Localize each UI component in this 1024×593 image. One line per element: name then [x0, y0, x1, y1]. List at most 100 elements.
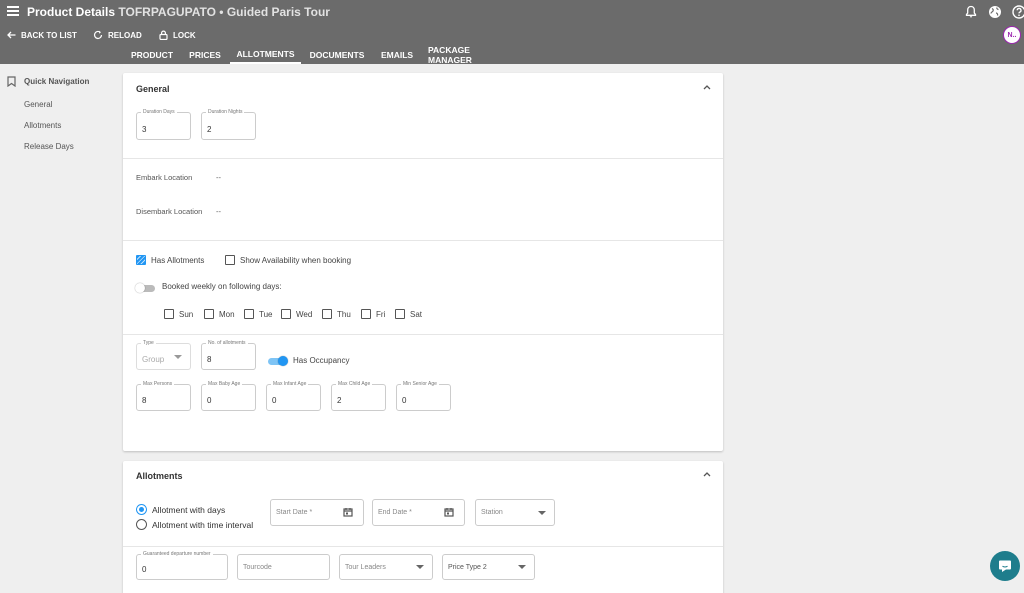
- start-date-placeholder: Start Date *: [276, 509, 313, 516]
- chevron-up-icon[interactable]: [703, 84, 711, 90]
- checkbox[interactable]: [225, 255, 235, 265]
- num-allotments-field[interactable]: No. of allotments 8: [201, 340, 256, 370]
- day-thu-checkbox[interactable]: Thu: [322, 309, 351, 319]
- duration-days-value: 3: [142, 125, 147, 134]
- max-child-age-label: Max Child Age: [336, 381, 373, 387]
- caret-down-icon: [416, 565, 424, 569]
- lock-icon: [159, 30, 168, 40]
- num-allotments-value: 8: [207, 355, 212, 364]
- sidebar-item-allotments[interactable]: Allotments: [24, 121, 61, 130]
- tourcode-field[interactable]: Tourcode: [237, 554, 330, 580]
- show-availability-label: Show Availability when booking: [240, 255, 352, 265]
- product-name: Guided Paris Tour: [226, 5, 330, 19]
- general-title: General: [136, 84, 170, 94]
- tab-package-manager[interactable]: PACKAGE MANAGER: [428, 45, 516, 65]
- type-select[interactable]: Type Group: [136, 340, 191, 370]
- day-tue-checkbox[interactable]: Tue: [244, 309, 273, 319]
- booked-weekly-toggle[interactable]: [135, 283, 157, 293]
- day-fri-checkbox[interactable]: Fri: [361, 309, 385, 319]
- type-value: Group: [142, 355, 165, 364]
- day-sun-label: Sun: [179, 309, 194, 319]
- show-availability-checkbox[interactable]: Show Availability when booking: [225, 255, 351, 265]
- user-avatar[interactable]: N..: [1003, 26, 1021, 44]
- max-persons-value: 8: [142, 396, 147, 405]
- arrow-left-icon: [7, 31, 16, 39]
- max-infant-age-field[interactable]: Max Infant Age 0: [266, 381, 321, 411]
- checkbox-checked[interactable]: [136, 255, 146, 265]
- max-baby-age-field[interactable]: Max Baby Age 0: [201, 381, 256, 411]
- min-senior-age-value: 0: [402, 396, 407, 405]
- radio-selected[interactable]: [136, 504, 147, 515]
- title-separator: •: [219, 5, 224, 19]
- allotments-title: Allotments: [136, 471, 183, 481]
- avatar-initials: N..: [1007, 31, 1017, 39]
- divider: [123, 334, 723, 335]
- end-date-field[interactable]: End Date *: [372, 499, 465, 526]
- embark-location-value: --: [216, 173, 221, 182]
- caret-down-icon: [538, 510, 546, 515]
- day-tue-label: Tue: [259, 309, 273, 319]
- help-icon[interactable]: [1012, 5, 1024, 19]
- reload-button[interactable]: RELOAD: [93, 28, 142, 42]
- radio[interactable]: [136, 519, 147, 530]
- page-title-text: Product Details: [27, 5, 116, 19]
- duration-nights-field[interactable]: Duration Nights 2: [201, 109, 256, 140]
- sidebar-item-general[interactable]: General: [24, 100, 52, 109]
- max-persons-field[interactable]: Max Persons 8: [136, 381, 191, 411]
- chevron-up-icon[interactable]: [703, 471, 711, 477]
- tab-product[interactable]: PRODUCT: [128, 46, 176, 64]
- allotment-with-time-interval-radio[interactable]: Allotment with time interval: [136, 519, 253, 530]
- max-child-age-field[interactable]: Max Child Age 2: [331, 381, 386, 411]
- guaranteed-departure-field[interactable]: Guaranteed departure number 0: [136, 551, 228, 580]
- tour-leaders-select[interactable]: Tour Leaders: [339, 554, 433, 580]
- min-senior-age-label: Min Senior Age: [401, 381, 439, 387]
- type-label: Type: [141, 340, 156, 346]
- app-bar: Product Details TOFRPAGUPATO • Guided Pa…: [0, 0, 1024, 46]
- has-allotments-checkbox[interactable]: Has Allotments: [136, 255, 204, 265]
- calendar-icon[interactable]: [444, 507, 454, 517]
- calendar-icon[interactable]: [343, 507, 353, 517]
- max-infant-age-value: 0: [272, 396, 277, 405]
- bell-icon[interactable]: [964, 5, 978, 19]
- station-placeholder: Station: [481, 509, 503, 516]
- menu-icon[interactable]: [7, 6, 19, 16]
- max-baby-age-value: 0: [207, 396, 212, 405]
- duration-days-field[interactable]: Duration Days 3: [136, 109, 191, 140]
- max-infant-age-label: Max Infant Age: [271, 381, 309, 387]
- tab-documents[interactable]: DOCUMENTS: [308, 46, 366, 64]
- tab-emails[interactable]: EMAILS: [378, 46, 416, 64]
- sidebar-item-release-days[interactable]: Release Days: [24, 142, 74, 151]
- allotment-with-days-radio[interactable]: Allotment with days: [136, 504, 225, 515]
- tab-prices[interactable]: PRICES: [186, 46, 224, 64]
- page-title: Product Details TOFRPAGUPATO • Guided Pa…: [27, 5, 330, 19]
- day-fri-label: Fri: [376, 309, 386, 319]
- caret-down-icon: [518, 565, 526, 569]
- day-mon-checkbox[interactable]: Mon: [204, 309, 235, 319]
- station-select[interactable]: Station: [475, 499, 555, 526]
- max-baby-age-label: Max Baby Age: [206, 381, 243, 387]
- lock-button[interactable]: LOCK: [159, 28, 196, 42]
- start-date-field[interactable]: Start Date *: [270, 499, 364, 526]
- day-sun-checkbox[interactable]: Sun: [164, 309, 193, 319]
- back-to-list-button[interactable]: BACK TO LIST: [7, 28, 77, 42]
- app-bar-top: Product Details TOFRPAGUPATO • Guided Pa…: [0, 0, 1024, 24]
- quick-navigation-sidebar: Quick Navigation General Allotments Rele…: [0, 64, 118, 593]
- tourcode-placeholder: Tourcode: [243, 563, 272, 571]
- has-occupancy-toggle[interactable]: [266, 356, 288, 366]
- bookmark-icon: [7, 76, 16, 87]
- max-child-age-value: 2: [337, 396, 342, 405]
- tab-allotments[interactable]: ALLOTMENTS: [230, 46, 301, 64]
- min-senior-age-field[interactable]: Min Senior Age 0: [396, 381, 451, 411]
- allotment-with-time-interval-label: Allotment with time interval: [152, 519, 254, 530]
- price-type-select[interactable]: Price Type 2: [442, 554, 535, 580]
- duration-nights-value: 2: [207, 125, 212, 134]
- chat-icon: [999, 560, 1011, 572]
- chat-button[interactable]: [990, 551, 1020, 581]
- product-code: TOFRPAGUPATO: [118, 5, 216, 19]
- max-persons-label: Max Persons: [141, 381, 175, 387]
- general-card: General Duration Days 3 Duration Nights …: [123, 73, 723, 451]
- globe-icon[interactable]: [988, 5, 1002, 19]
- quick-navigation-title: Quick Navigation: [24, 77, 90, 86]
- day-wed-checkbox[interactable]: Wed: [281, 309, 312, 319]
- day-sat-checkbox[interactable]: Sat: [395, 309, 422, 319]
